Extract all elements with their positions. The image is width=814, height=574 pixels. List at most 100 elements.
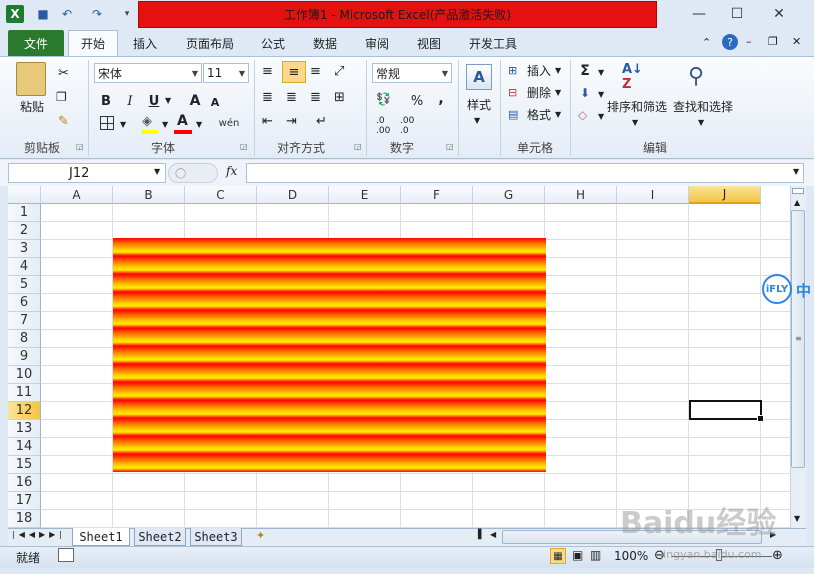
column-header-f[interactable]: F — [401, 186, 473, 204]
tab-formulas[interactable]: 公式 — [250, 30, 296, 56]
column-header-g[interactable]: G — [473, 186, 545, 204]
decrease-indent-icon[interactable]: ⇤ — [262, 114, 273, 129]
autosum-button[interactable]: Σ — [578, 62, 592, 80]
doc-close-icon[interactable]: ✕ — [792, 35, 801, 48]
chevron-down-icon[interactable]: ▼ — [474, 116, 480, 125]
font-name-combo[interactable]: 宋体 ▼ — [94, 63, 202, 83]
column-header-c[interactable]: C — [185, 186, 257, 204]
redo-icon[interactable]: ↷ — [88, 5, 106, 23]
increase-indent-icon[interactable]: ⇥ — [286, 114, 297, 129]
macro-record-icon[interactable] — [58, 548, 74, 562]
delete-cells-icon[interactable]: ⊟ — [508, 86, 517, 99]
column-header-a[interactable]: A — [41, 186, 113, 204]
phonetic-button[interactable]: wén — [216, 114, 242, 132]
align-top-icon[interactable]: ≡ — [262, 64, 273, 79]
name-box[interactable]: J12 — [8, 163, 166, 183]
format-cells-icon[interactable]: ▤ — [508, 108, 518, 121]
row-header-5[interactable]: 5 — [8, 276, 41, 294]
number-launcher-icon[interactable]: ◲ — [446, 142, 454, 151]
delete-cells-button[interactable]: 删除 — [524, 84, 554, 100]
increase-decimal-icon[interactable]: .0.00 — [376, 116, 390, 136]
paste-icon[interactable] — [16, 62, 46, 96]
tab-file[interactable]: 文件 — [8, 30, 64, 56]
chevron-down-icon[interactable]: ▼ — [598, 112, 604, 121]
clear-icon[interactable]: ◇ — [578, 108, 587, 122]
row-header-18[interactable]: 18 — [8, 510, 41, 528]
help-icon[interactable]: ? — [722, 34, 738, 50]
column-header-e[interactable]: E — [329, 186, 401, 204]
row-header-11[interactable]: 11 — [8, 384, 41, 402]
row-header-7[interactable]: 7 — [8, 312, 41, 330]
column-header-h[interactable]: H — [545, 186, 617, 204]
excel-logo-icon[interactable]: X — [6, 5, 24, 23]
sheet-tab-sheet3[interactable]: Sheet3 — [190, 528, 242, 546]
maximize-button[interactable]: ☐ — [718, 0, 756, 28]
fill-color-icon[interactable]: ◈ — [142, 114, 152, 129]
customize-quick-access-icon[interactable]: ▾ — [118, 5, 136, 23]
insert-sheet-icon[interactable]: ✦ — [256, 529, 265, 542]
underline-button[interactable]: U — [146, 92, 162, 110]
format-painter-icon[interactable]: ✎ — [58, 114, 69, 129]
find-select-button[interactable]: 查找和选择 — [672, 98, 734, 114]
minimize-button[interactable]: — — [680, 0, 718, 28]
align-right-icon[interactable]: ≣ — [310, 90, 321, 105]
wrap-text-icon[interactable]: ↵ — [316, 114, 327, 129]
align-middle-icon[interactable]: ≡ — [282, 61, 306, 83]
tab-developer[interactable]: 开发工具 — [458, 30, 528, 56]
copy-icon[interactable]: ❐ — [56, 90, 67, 104]
formula-bar-handle-icon[interactable]: ◯ — [168, 163, 218, 183]
tab-view[interactable]: 视图 — [406, 30, 452, 56]
collapse-ribbon-icon[interactable]: ⌃ — [702, 36, 711, 49]
decrease-decimal-icon[interactable]: .00.0 — [400, 116, 414, 136]
doc-minimize-icon[interactable]: – — [746, 35, 752, 48]
active-cell[interactable] — [689, 400, 764, 422]
tab-home[interactable]: 开始 — [68, 30, 118, 56]
close-button[interactable]: ✕ — [760, 0, 798, 28]
chevron-down-icon[interactable]: ▼ — [555, 88, 561, 97]
chevron-down-icon[interactable]: ▼ — [120, 120, 126, 129]
scroll-left-icon[interactable]: ◀ — [490, 530, 496, 539]
chevron-down-icon[interactable]: ▼ — [154, 167, 160, 176]
font-color-icon[interactable]: A — [177, 113, 188, 129]
undo-icon[interactable]: ↶ — [58, 5, 76, 23]
worksheet-grid[interactable]: ABCDEFGHIJ 1 2 3 4 5 6 7 8 9 10 11 12 13 14 15 16 17 18 — [8, 186, 790, 528]
column-header-b[interactable]: B — [113, 186, 185, 204]
expand-formula-bar-icon[interactable]: ▼ — [793, 167, 799, 176]
tab-data[interactable]: 数据 — [302, 30, 348, 56]
row-header-12[interactable]: 12 — [8, 402, 41, 420]
grow-font-button[interactable]: A — [186, 92, 204, 110]
number-format-combo[interactable]: 常规 ▼ — [372, 63, 452, 83]
normal-view-icon[interactable]: ▦ — [550, 548, 566, 564]
insert-cells-icon[interactable]: ⊞ — [508, 64, 517, 77]
chevron-down-icon[interactable]: ▼ — [598, 68, 604, 77]
fill-down-icon[interactable]: ⬇ — [580, 86, 590, 100]
row-header-15[interactable]: 15 — [8, 456, 41, 474]
split-box-icon[interactable] — [792, 188, 804, 194]
insert-cells-button[interactable]: 插入 — [524, 62, 554, 78]
orientation-icon[interactable]: ⤢ — [334, 64, 344, 79]
shrink-font-button[interactable]: A — [208, 94, 222, 110]
doc-restore-icon[interactable]: ❐ — [768, 35, 778, 48]
row-header-10[interactable]: 10 — [8, 366, 41, 384]
alignment-launcher-icon[interactable]: ◲ — [354, 142, 362, 151]
chevron-down-icon[interactable]: ▼ — [165, 96, 171, 105]
clipboard-launcher-icon[interactable]: ◲ — [76, 142, 84, 151]
chevron-down-icon[interactable]: ▼ — [598, 90, 604, 99]
row-header-16[interactable]: 16 — [8, 474, 41, 492]
sort-filter-icon[interactable]: A↓ Z — [622, 62, 650, 92]
sheet-nav-icons[interactable]: |◀◀▶▶| — [12, 530, 66, 539]
column-header-i[interactable]: I — [617, 186, 689, 204]
comma-button[interactable]: , — [434, 90, 448, 108]
chevron-down-icon[interactable]: ▼ — [632, 118, 638, 127]
page-layout-view-icon[interactable]: ▣ — [572, 548, 583, 562]
sheet-tab-sheet2[interactable]: Sheet2 — [134, 528, 186, 546]
insert-function-button[interactable]: fx — [226, 164, 237, 178]
row-header-4[interactable]: 4 — [8, 258, 41, 276]
format-cells-button[interactable]: 格式 — [524, 106, 554, 122]
chevron-down-icon[interactable]: ▼ — [196, 120, 202, 129]
percent-button[interactable]: % — [408, 92, 426, 110]
formula-input[interactable] — [246, 163, 804, 183]
scroll-down-icon[interactable]: ▼ — [794, 514, 800, 523]
tab-page-layout[interactable]: 页面布局 — [176, 30, 244, 56]
align-center-icon[interactable]: ≣ — [286, 90, 297, 105]
